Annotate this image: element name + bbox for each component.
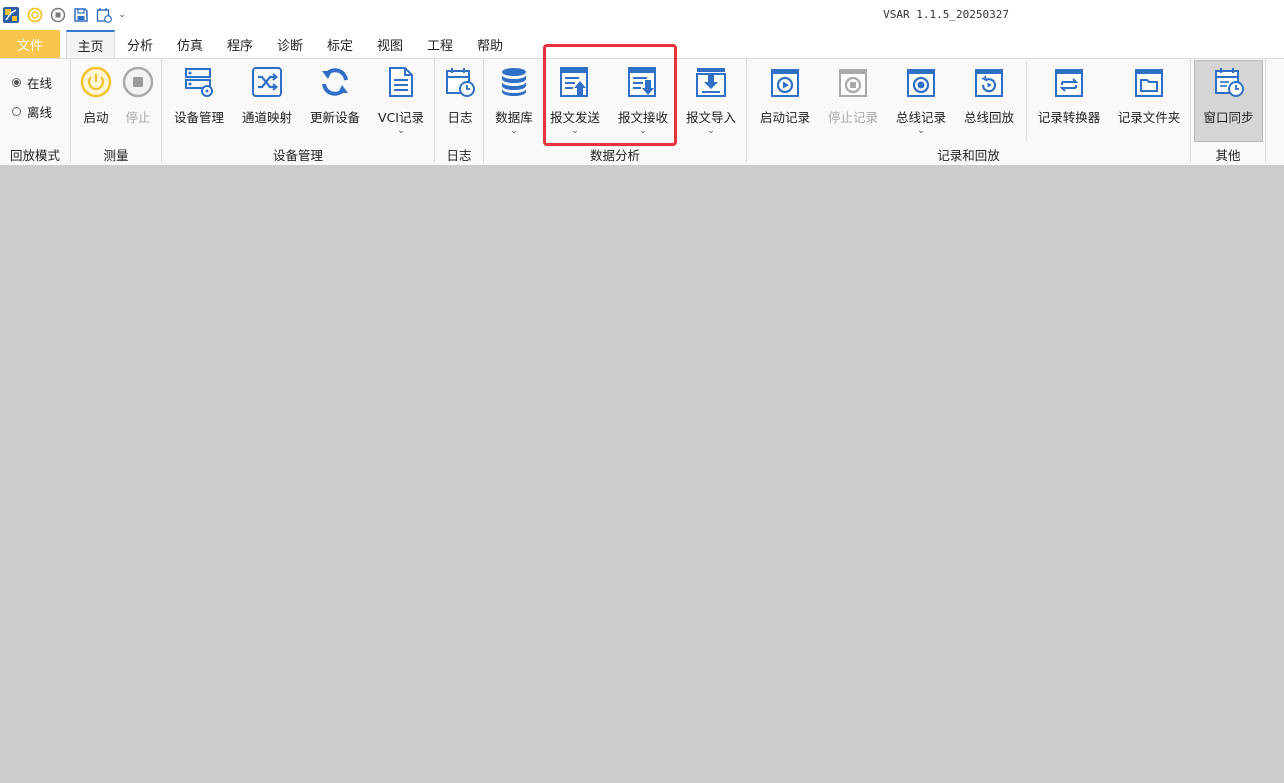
bus-playback-icon [972,65,1006,99]
record-converter-button[interactable]: 记录转换器 [1032,61,1106,141]
database-icon [497,65,531,99]
refresh-icon [318,65,352,99]
start-record-button[interactable]: 启动记录 [754,61,816,141]
record-folder-button[interactable]: 记录文件夹 [1112,61,1186,141]
chevron-down-icon: ⌄ [571,126,579,136]
group-label-data-analysis: 数据分析 [589,147,640,163]
database-label: 数据库 [495,110,533,125]
database-button[interactable]: 数据库 ⌄ [488,61,540,141]
bus-playback-label: 总线回放 [963,110,1014,125]
message-receive-label: 报文接收 [617,110,668,125]
button-separator [1026,61,1027,141]
device-settings-icon [182,65,216,99]
tab-analysis[interactable]: 分析 [118,30,162,58]
stop-label: 停止 [125,110,151,125]
bus-record-icon [904,65,938,99]
message-send-label: 报文发送 [549,110,600,125]
message-send-button[interactable]: 报文发送 ⌄ [546,61,604,141]
stop-record-label: 停止记录 [827,110,878,125]
window-title: VSAR 1.1.5_20250327 [883,8,1009,21]
record-start-icon [768,65,802,99]
radio-offline[interactable]: 离线 [12,102,52,121]
group-label-other: 其他 [1215,147,1241,163]
record-stop-icon [836,65,870,99]
radio-dot-icon [12,78,21,87]
stop-circle-icon [121,65,155,99]
radio-dot-icon [12,107,21,116]
start-button[interactable]: 启动 [74,61,118,141]
update-device-button[interactable]: 更新设备 [304,61,366,141]
log-button[interactable]: 日志 [440,61,480,141]
chevron-down-icon: ⌄ [917,126,925,136]
file-tab[interactable]: 文件 [0,30,60,58]
window-sync-button[interactable]: 窗口同步 [1194,60,1263,142]
message-import-icon [694,65,728,99]
document-icon [384,65,418,99]
window-sync-icon [1212,65,1246,99]
tab-view[interactable]: 视图 [368,30,412,58]
radio-online-label: 在线 [27,76,53,91]
start-record-label: 启动记录 [759,110,810,125]
workspace-area [0,165,1284,783]
update-device-label: 更新设备 [309,110,360,125]
record-folder-icon [1132,65,1166,99]
power-icon [79,65,113,99]
group-label-record-playback: 记录和回放 [937,147,1000,163]
group-separator [1265,59,1266,163]
message-import-label: 报文导入 [685,110,736,125]
group-label-log: 日志 [446,147,472,163]
device-management-button[interactable]: 设备管理 [168,61,230,141]
calendar-clock-icon [443,65,477,99]
vci-record-label: VCI记录 [378,110,424,125]
stop-button[interactable]: 停止 [116,61,160,141]
message-receive-icon [626,65,660,99]
ribbon: 在线 离线 回放模式 启动 停止 测量 设备管理 通道映射 更新设备 VCI记录… [0,58,1284,165]
radio-online[interactable]: 在线 [12,73,52,92]
tab-program[interactable]: 程序 [218,30,262,58]
tab-diagnostics[interactable]: 诊断 [268,30,312,58]
chevron-down-icon: ⌄ [639,126,647,136]
group-label-device-management: 设备管理 [272,147,323,163]
message-receive-button[interactable]: 报文接收 ⌄ [614,61,672,141]
device-management-label: 设备管理 [173,110,224,125]
bus-record-label: 总线记录 [895,110,946,125]
channel-mapping-label: 通道映射 [241,110,292,125]
window-sync-label: 窗口同步 [1203,110,1254,125]
radio-offline-label: 离线 [27,105,53,120]
record-folder-label: 记录文件夹 [1117,110,1181,125]
shuffle-icon [250,65,284,99]
title-bar: ⌄ VSAR 1.1.5_20250327 [0,0,1284,30]
message-import-button[interactable]: 报文导入 ⌄ [682,61,740,141]
tab-home[interactable]: 主页 [66,30,115,58]
menu-tabs: 文件 主页 分析 仿真 程序 诊断 标定 视图 工程 帮助 [0,30,1284,58]
bus-playback-button[interactable]: 总线回放 [958,61,1020,141]
vci-record-button[interactable]: VCI记录 ⌄ [372,61,430,141]
group-label-playback-mode: 回放模式 [9,147,60,163]
tab-help[interactable]: 帮助 [468,30,512,58]
record-converter-icon [1052,65,1086,99]
channel-mapping-button[interactable]: 通道映射 [236,61,298,141]
chevron-down-icon: ⌄ [397,126,405,136]
group-label-measure: 测量 [103,147,129,163]
log-label: 日志 [447,110,473,125]
tab-project[interactable]: 工程 [418,30,462,58]
stop-record-button[interactable]: 停止记录 [822,61,884,141]
chevron-down-icon: ⌄ [707,126,715,136]
start-label: 启动 [83,110,109,125]
tab-calibration[interactable]: 标定 [318,30,362,58]
record-converter-label: 记录转换器 [1037,110,1101,125]
chevron-down-icon: ⌄ [510,126,518,136]
message-send-icon [558,65,592,99]
bus-record-button[interactable]: 总线记录 ⌄ [890,61,952,141]
tab-simulation[interactable]: 仿真 [168,30,212,58]
